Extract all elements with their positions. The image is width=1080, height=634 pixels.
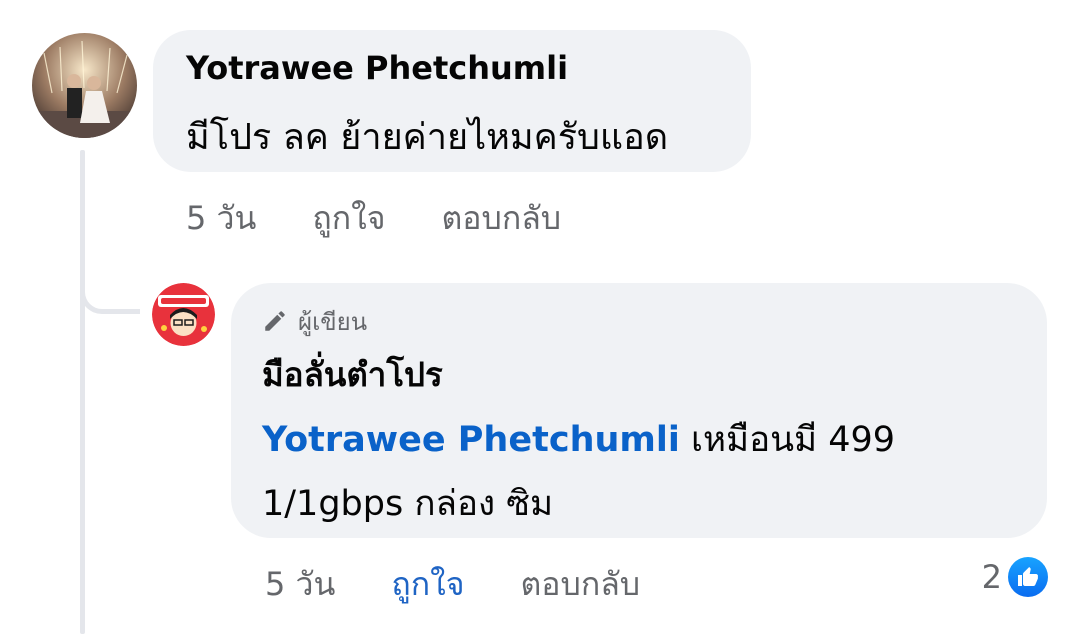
comment-time[interactable]: 5 วัน <box>186 193 256 244</box>
thread-branch-line <box>80 258 140 314</box>
comment-actions: 5 วัน ถูกใจ ตอบกลับ <box>186 196 561 240</box>
like-button[interactable]: ถูกใจ <box>312 193 385 244</box>
pencil-icon <box>265 311 285 331</box>
mention-link[interactable]: Yotrawee Phetchumli <box>262 420 680 460</box>
page-logo-icon <box>152 283 215 346</box>
reaction-count: 2 <box>981 558 1002 596</box>
reply-text: Yotrawee Phetchumli เหมือนมี 499 1/1gbps… <box>262 408 1022 536</box>
author-badge: ผู้เขียน <box>262 303 367 339</box>
reply-time[interactable]: 5 วัน <box>265 559 335 610</box>
comment-author[interactable]: Yotrawee Phetchumli <box>186 49 568 87</box>
thread-line <box>80 150 85 634</box>
reaction-summary[interactable]: 2 <box>982 555 1048 599</box>
reply-author[interactable]: มือลั่นตำโปร <box>262 348 443 401</box>
comment-text: มีโปร ลค ย้ายค่ายไหมครับแอด <box>186 117 669 158</box>
profile-photo-icon <box>32 33 137 138</box>
page-avatar[interactable] <box>152 283 215 346</box>
thumbs-up-icon <box>1008 557 1048 597</box>
author-badge-label: ผู้เขียน <box>298 307 368 336</box>
commenter-avatar[interactable] <box>32 33 137 138</box>
reply-actions: 5 วัน ถูกใจ ตอบกลับ <box>265 562 640 606</box>
like-button-active[interactable]: ถูกใจ <box>391 559 464 610</box>
reply-button[interactable]: ตอบกลับ <box>442 193 562 244</box>
reply-button[interactable]: ตอบกลับ <box>521 559 641 610</box>
